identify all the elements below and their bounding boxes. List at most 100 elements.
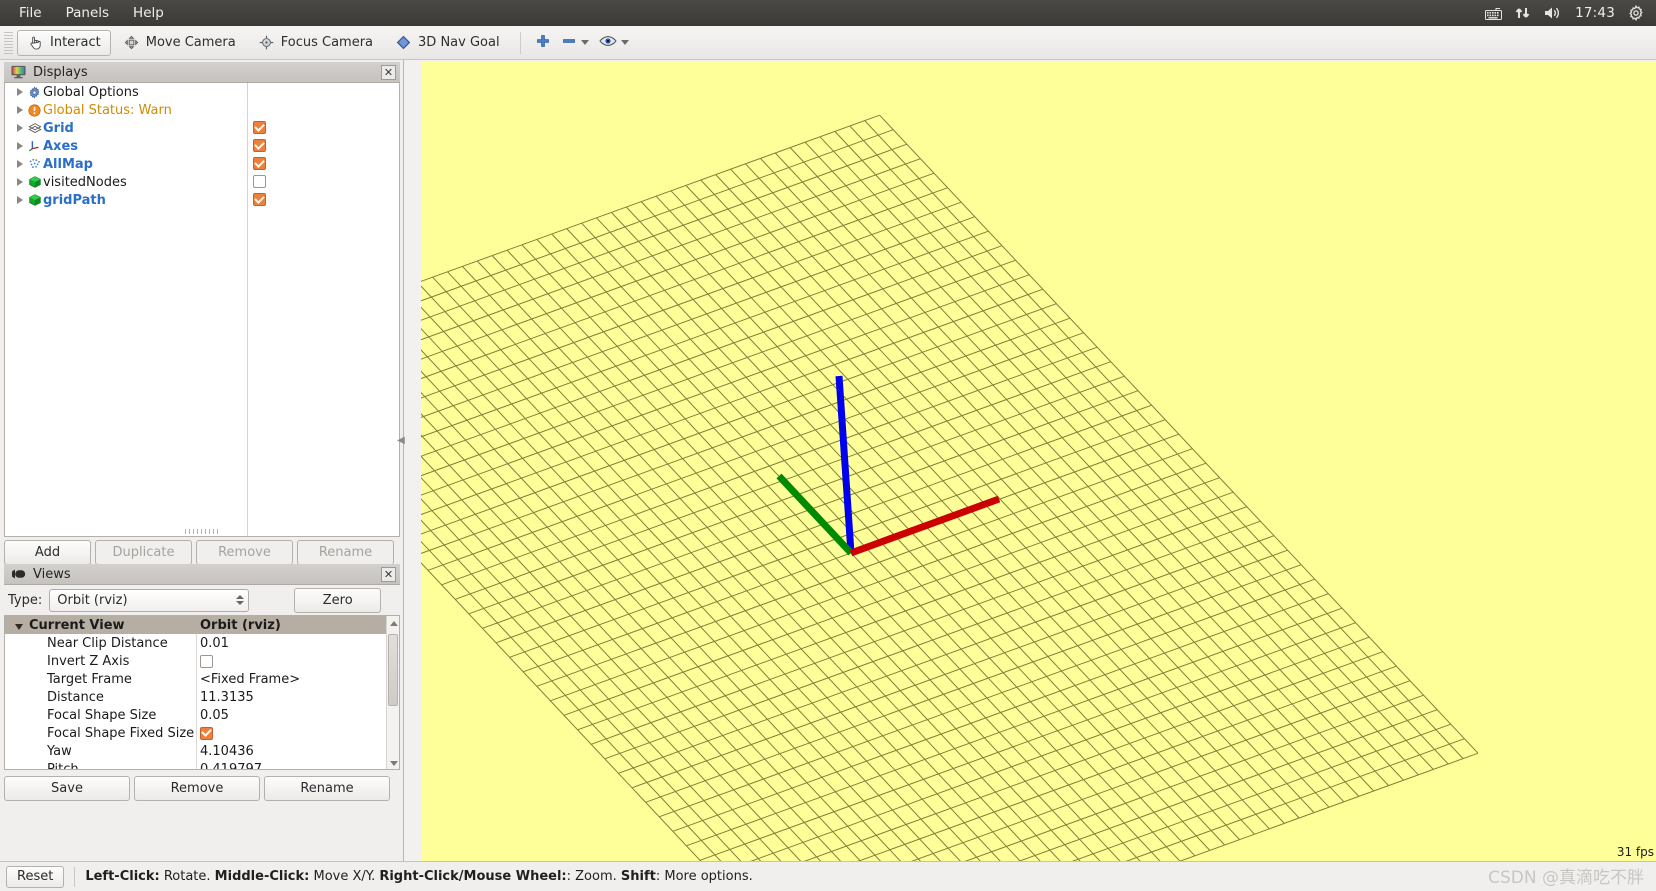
rename-view-button[interactable]: Rename: [264, 776, 390, 801]
gear-icon: [26, 85, 43, 99]
desktop-clock[interactable]: 17:43: [1575, 5, 1615, 21]
duplicate-display-button[interactable]: Duplicate: [95, 540, 192, 565]
views-panel: Views ✕ Type: Orbit (rviz) Zero Current …: [4, 564, 400, 818]
views-row-key: Focal Shape Fixed Size: [47, 725, 195, 741]
display-item-global-options[interactable]: Global Options: [5, 83, 399, 101]
focal-shape-fixed-size-checkbox[interactable]: [200, 726, 213, 740]
displays-tree[interactable]: Global Options Global Status: Warn Grid: [4, 83, 400, 537]
minus-icon: [561, 33, 577, 53]
views-row-target-frame[interactable]: Target Frame <Fixed Frame>: [5, 670, 399, 688]
display-item-axes[interactable]: Axes: [5, 137, 399, 155]
expand-arrow-icon[interactable]: [13, 196, 26, 204]
expand-arrow-icon[interactable]: [13, 160, 26, 168]
3d-scene[interactable]: [421, 61, 1656, 861]
toolbar-drag-handle[interactable]: [4, 31, 13, 54]
views-row-focal-shape-fixed-size[interactable]: Focal Shape Fixed Size: [5, 724, 399, 742]
close-icon[interactable]: ✕: [381, 64, 396, 80]
volume-icon[interactable]: [1544, 6, 1562, 20]
plus-icon: [535, 33, 551, 53]
display-item-grid[interactable]: Grid: [5, 119, 399, 137]
visibility-button[interactable]: [594, 30, 634, 56]
views-row-focal-shape-size[interactable]: Focal Shape Size 0.05: [5, 706, 399, 724]
gear-icon[interactable]: [1628, 5, 1644, 21]
view-type-combobox[interactable]: Orbit (rviz): [49, 588, 250, 612]
views-row-key: Near Clip Distance: [47, 635, 168, 651]
tool-interact[interactable]: Interact: [17, 29, 111, 56]
expand-arrow-icon[interactable]: [13, 88, 26, 96]
network-updown-icon[interactable]: [1515, 6, 1531, 20]
focus-camera-icon: [258, 35, 275, 50]
camera-icon: [10, 568, 27, 580]
display-visibility-checkbox[interactable]: [253, 175, 266, 188]
displays-panel-titlebar: Displays ✕: [4, 62, 400, 83]
add-tool-button[interactable]: [530, 30, 556, 56]
add-display-button[interactable]: Add: [4, 540, 91, 565]
views-row-key: Invert Z Axis: [47, 653, 130, 669]
close-icon[interactable]: ✕: [381, 566, 396, 582]
views-row-value[interactable]: 0.05: [195, 708, 399, 723]
views-row-value[interactable]: <Fixed Frame>: [195, 672, 399, 687]
expand-arrow-icon[interactable]: [13, 142, 26, 150]
views-row-value[interactable]: 4.10436: [195, 744, 399, 759]
views-row-invert-z-axis[interactable]: Invert Z Axis: [5, 652, 399, 670]
views-row-pitch[interactable]: Pitch 0.419797: [5, 760, 399, 770]
views-row-value[interactable]: 0.419797: [195, 762, 399, 770]
views-row-yaw[interactable]: Yaw 4.10436: [5, 742, 399, 760]
scroll-up-icon[interactable]: [390, 621, 398, 626]
hand-cursor-icon: [27, 35, 44, 50]
expand-arrow-icon[interactable]: [13, 178, 26, 186]
expand-arrow-icon[interactable]: [13, 124, 26, 132]
display-visibility-checkbox[interactable]: [253, 193, 266, 206]
rename-display-button[interactable]: Rename: [297, 540, 394, 565]
remove-tool-button[interactable]: [556, 30, 594, 56]
menu-panels[interactable]: Panels: [55, 2, 120, 24]
remove-display-button[interactable]: Remove: [196, 540, 293, 565]
display-item-allmap[interactable]: AllMap: [5, 155, 399, 173]
nav-goal-diamond-icon: [395, 35, 412, 50]
display-visibility-checkbox[interactable]: [253, 157, 266, 170]
remove-view-button[interactable]: Remove: [134, 776, 260, 801]
tool-move-camera[interactable]: Move Camera: [113, 30, 246, 56]
views-row-distance[interactable]: Distance 11.3135: [5, 688, 399, 706]
views-row-value[interactable]: [195, 654, 399, 668]
expand-arrow-icon[interactable]: [13, 106, 26, 114]
tool-focus-camera[interactable]: Focus Camera: [248, 30, 383, 56]
left-dock: Displays ✕ Global Options Global Status:…: [0, 60, 406, 862]
display-item-visitednodes[interactable]: visitedNodes: [5, 173, 399, 191]
tree-resize-handle[interactable]: [185, 529, 219, 534]
display-monitor-icon: [10, 65, 27, 79]
tool-3d-nav-goal-label: 3D Nav Goal: [418, 35, 500, 50]
invert-z-axis-checkbox[interactable]: [200, 654, 213, 668]
chevron-updown-icon[interactable]: [236, 595, 245, 605]
views-table-scrollbar[interactable]: [386, 616, 399, 769]
marker-cube-icon: [26, 175, 43, 189]
desktop-top-panel: File Panels Help 17:43: [0, 0, 1656, 26]
tool-3d-nav-goal[interactable]: 3D Nav Goal: [385, 30, 510, 56]
views-row-key: Yaw: [47, 743, 72, 759]
chevron-down-icon[interactable]: [580, 40, 589, 45]
views-row-value[interactable]: 0.01: [195, 636, 399, 651]
views-table-header[interactable]: Current View Orbit (rviz): [5, 616, 399, 634]
display-item-global-status[interactable]: Global Status: Warn: [5, 101, 399, 119]
3d-render-view[interactable]: 31 fps: [421, 61, 1656, 861]
zero-view-button[interactable]: Zero: [294, 587, 382, 613]
chevron-down-icon[interactable]: [620, 40, 629, 45]
views-property-table[interactable]: Current View Orbit (rviz) Near Clip Dist…: [4, 615, 400, 770]
scroll-down-icon[interactable]: [390, 761, 398, 766]
menu-file[interactable]: File: [8, 2, 53, 24]
display-item-gridpath[interactable]: gridPath: [5, 191, 399, 209]
display-visibility-checkbox[interactable]: [253, 121, 266, 134]
keyboard-icon[interactable]: [1485, 7, 1503, 20]
scrollbar-thumb[interactable]: [388, 634, 398, 706]
reset-button[interactable]: Reset: [6, 865, 65, 888]
collapse-left-dock-arrow[interactable]: ◀: [396, 430, 406, 450]
views-row-near-clip-distance[interactable]: Near Clip Distance 0.01: [5, 634, 399, 652]
save-view-button[interactable]: Save: [4, 776, 130, 801]
views-column-divider: [196, 634, 197, 769]
menu-help[interactable]: Help: [122, 2, 175, 24]
views-row-value[interactable]: 11.3135: [195, 690, 399, 705]
views-row-value[interactable]: [195, 726, 399, 740]
display-item-label: visitedNodes: [43, 174, 127, 190]
display-visibility-checkbox[interactable]: [253, 139, 266, 152]
views-panel-title: Views: [33, 566, 71, 582]
